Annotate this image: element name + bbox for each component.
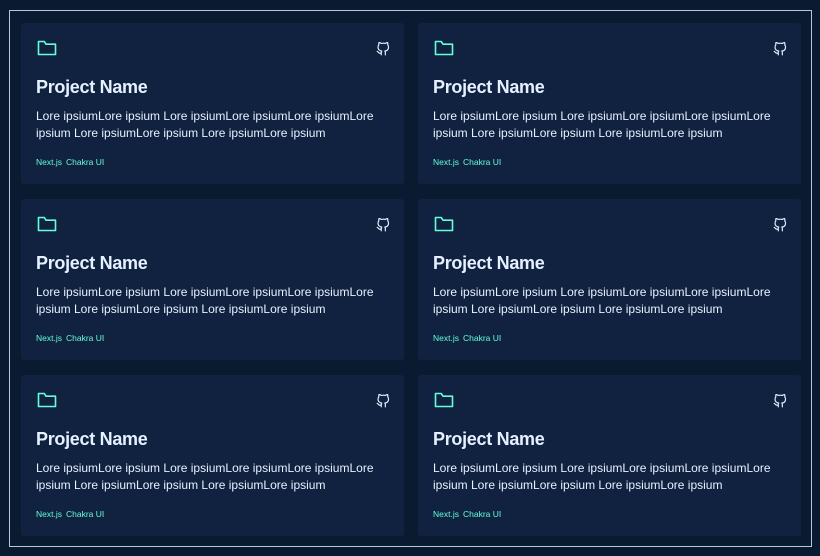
github-icon[interactable]: [376, 218, 390, 232]
tech-tags: Next.js Chakra UI: [433, 157, 501, 167]
project-title: Project Name: [36, 77, 148, 97]
folder-icon: [434, 40, 454, 56]
tag: Chakra UI: [65, 157, 105, 167]
project-card[interactable]: Project Name Lore ipsiumLore ipsium Lore…: [21, 199, 404, 360]
tech-tags: Next.js Chakra UI: [433, 509, 501, 519]
tag: Next.js: [433, 157, 459, 167]
folder-icon: [434, 216, 454, 232]
tag: Next.js: [36, 509, 62, 519]
project-card[interactable]: Project Name Lore ipsiumLore ipsium Lore…: [21, 375, 404, 536]
tag: Next.js: [433, 333, 459, 343]
folder-icon: [37, 392, 57, 408]
project-description: Lore ipsiumLore ipsium Lore ipsiumLore i…: [433, 285, 771, 316]
tech-tags: Next.js Chakra UI: [433, 333, 501, 343]
github-icon[interactable]: [376, 394, 390, 408]
github-icon[interactable]: [773, 42, 787, 56]
projects-grid: Project Name Lore ipsiumLore ipsium Lore…: [21, 23, 801, 536]
folder-icon: [37, 40, 57, 56]
tag: Next.js: [36, 333, 62, 343]
folder-icon: [37, 216, 57, 232]
tag: Chakra UI: [462, 333, 502, 343]
tag: Chakra UI: [462, 157, 502, 167]
project-card[interactable]: Project Name Lore ipsiumLore ipsium Lore…: [21, 23, 404, 184]
tech-tags: Next.js Chakra UI: [36, 509, 104, 519]
project-title: Project Name: [433, 77, 545, 97]
tech-tags: Next.js Chakra UI: [36, 157, 104, 167]
project-card[interactable]: Project Name Lore ipsiumLore ipsium Lore…: [418, 23, 801, 184]
project-title: Project Name: [433, 429, 545, 449]
project-title: Project Name: [36, 429, 148, 449]
tag: Chakra UI: [462, 509, 502, 519]
github-icon[interactable]: [773, 394, 787, 408]
tech-tags: Next.js Chakra UI: [36, 333, 104, 343]
github-icon[interactable]: [376, 42, 390, 56]
project-title: Project Name: [36, 253, 148, 273]
project-card[interactable]: Project Name Lore ipsiumLore ipsium Lore…: [418, 375, 801, 536]
project-card[interactable]: Project Name Lore ipsiumLore ipsium Lore…: [418, 199, 801, 360]
project-description: Lore ipsiumLore ipsium Lore ipsiumLore i…: [36, 109, 374, 140]
project-title: Project Name: [433, 253, 545, 273]
project-description: Lore ipsiumLore ipsium Lore ipsiumLore i…: [433, 109, 771, 140]
tag: Next.js: [433, 509, 459, 519]
folder-icon: [434, 392, 454, 408]
project-description: Lore ipsiumLore ipsium Lore ipsiumLore i…: [433, 461, 771, 492]
github-icon[interactable]: [773, 218, 787, 232]
tag: Next.js: [36, 157, 62, 167]
tag: Chakra UI: [65, 333, 105, 343]
project-description: Lore ipsiumLore ipsium Lore ipsiumLore i…: [36, 461, 374, 492]
project-description: Lore ipsiumLore ipsium Lore ipsiumLore i…: [36, 285, 374, 316]
tag: Chakra UI: [65, 509, 105, 519]
